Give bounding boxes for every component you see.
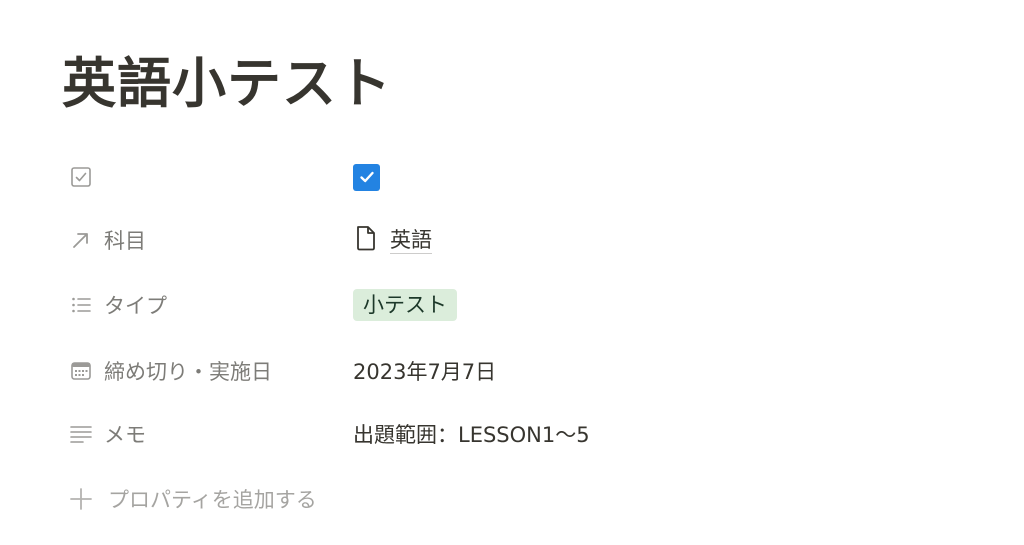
select-tag[interactable]: 小テスト — [353, 289, 457, 321]
checked-checkbox[interactable] — [353, 163, 380, 191]
property-row-memo: メモ 出題範囲：LESSON1〜5 — [60, 407, 960, 461]
property-label: 締め切り・実施日 — [104, 360, 272, 384]
relation-arrow-icon — [68, 227, 94, 253]
property-label: メモ — [104, 423, 146, 447]
list-icon — [68, 292, 94, 318]
property-name-subject[interactable]: 科目 — [60, 213, 353, 267]
property-name-date[interactable]: 締め切り・実施日 — [60, 344, 353, 398]
checkbox-icon — [68, 164, 94, 190]
property-name-type[interactable]: タイプ — [60, 278, 353, 332]
calendar-icon — [68, 358, 94, 384]
relation-value[interactable]: 英語 — [390, 227, 432, 254]
page-title[interactable]: 英語小テスト — [62, 50, 392, 118]
plus-icon — [68, 486, 94, 512]
text-lines-icon — [68, 421, 94, 447]
property-row-type: タイプ 小テスト — [60, 278, 960, 332]
add-property-label: プロパティを追加する — [108, 488, 317, 512]
property-value-memo: 出題範囲：LESSON1〜5 — [353, 407, 960, 461]
property-value-checkbox — [353, 150, 960, 204]
property-label: タイプ — [104, 294, 167, 318]
document-icon — [353, 224, 379, 257]
property-value-date: 2023年7月7日 — [353, 344, 960, 398]
add-property-button[interactable]: プロパティを追加する — [60, 472, 317, 526]
property-name-memo[interactable]: メモ — [60, 407, 353, 461]
checkmark-icon — [359, 171, 374, 183]
property-value-type: 小テスト — [353, 278, 960, 332]
property-row-checkbox — [60, 150, 960, 204]
property-label: 科目 — [104, 229, 146, 253]
relation-link[interactable]: 英語 — [353, 224, 432, 257]
property-value-subject: 英語 — [353, 213, 960, 267]
property-row-subject: 科目 英語 — [60, 213, 960, 267]
memo-value[interactable]: 出題範囲：LESSON1〜5 — [353, 419, 590, 449]
date-value[interactable]: 2023年7月7日 — [353, 356, 496, 386]
property-row-date: 締め切り・実施日 2023年7月7日 — [60, 344, 960, 398]
property-name-checkbox[interactable] — [60, 150, 353, 204]
